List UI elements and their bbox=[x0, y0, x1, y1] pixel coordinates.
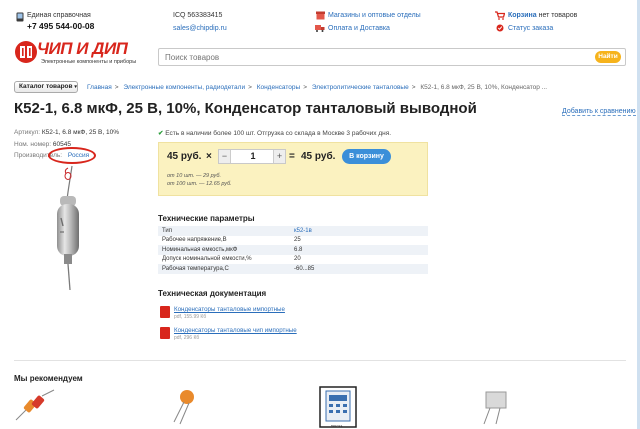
docs-title: Техническая документация bbox=[158, 289, 267, 298]
table-row: Номинальная емкость,мкФ 6.8 bbox=[158, 245, 428, 255]
spec-name: Номинальная емкость,мкФ bbox=[158, 245, 290, 255]
pdf-icon bbox=[160, 327, 170, 339]
increase-button[interactable]: + bbox=[273, 150, 285, 163]
spec-value[interactable]: к52-1в bbox=[290, 226, 428, 236]
total-price: 45 руб. bbox=[301, 151, 336, 162]
recommended-product-image[interactable] bbox=[14, 388, 56, 426]
search-input[interactable] bbox=[159, 49, 559, 65]
breadcrumb-item[interactable]: Электронные компоненты, радиодетали bbox=[123, 84, 245, 91]
times-sign: × bbox=[206, 151, 212, 162]
phone-icon bbox=[16, 12, 24, 22]
chipdip-logo-icon[interactable] bbox=[14, 40, 38, 64]
cart-status: нет товаров bbox=[538, 12, 578, 19]
chevron-down-icon: ▾ bbox=[74, 84, 77, 90]
divider bbox=[14, 360, 626, 361]
logo-subtitle: Электронные компоненты и приборы bbox=[41, 59, 137, 65]
specs-title: Технические параметры bbox=[158, 214, 255, 223]
shops-link[interactable]: Магазины и оптовые отделы bbox=[328, 12, 421, 19]
breadcrumb-item[interactable]: Конденсаторы bbox=[257, 84, 301, 91]
price-tier: от 10 шт. — 29 руб. bbox=[167, 173, 221, 179]
spec-name: Рабочая температура,С bbox=[158, 264, 290, 274]
search-button[interactable]: Найти bbox=[595, 51, 621, 63]
spec-value: 6.8 bbox=[290, 245, 428, 255]
spec-value: -60...85 bbox=[290, 264, 428, 274]
page-title: К52-1, 6.8 мкФ, 25 В, 10%, Конденсатор т… bbox=[14, 100, 477, 117]
equals-sign: = bbox=[289, 151, 295, 162]
quantity-stepper: − 1 + bbox=[218, 149, 286, 164]
order-status-icon bbox=[496, 24, 504, 32]
email-link[interactable]: sales@chipdip.ru bbox=[173, 25, 227, 32]
doc-size: pdf, 155.99 Кб bbox=[174, 314, 207, 320]
article-label: Артикул: bbox=[14, 129, 41, 136]
catalog-button[interactable]: Каталог товаров ▾ bbox=[14, 81, 78, 93]
table-row: Рабочее напряжение,В 25 bbox=[158, 236, 428, 246]
quantity-input[interactable]: 1 bbox=[233, 151, 273, 161]
phone-number: +7 495 544-00-08 bbox=[27, 21, 95, 31]
recommend-title: Мы рекомендуем bbox=[14, 374, 83, 383]
add-to-compare-link[interactable]: Добавить к сравнению bbox=[562, 108, 636, 116]
shop-icon bbox=[316, 11, 325, 20]
price-tier: от 100 шт. — 12.65 руб. bbox=[167, 181, 232, 187]
spec-name: Допуск номинальной емкости,% bbox=[162, 256, 252, 263]
table-row: Допуск номинальной емкости,% 20 bbox=[158, 255, 428, 265]
nom-number-label: Ном. номер: bbox=[14, 141, 52, 148]
catalog-button-label: Каталог товаров bbox=[19, 83, 73, 90]
unit-price: 45 руб. bbox=[167, 151, 202, 162]
product-image[interactable] bbox=[30, 160, 120, 300]
spec-value: 20 bbox=[294, 256, 301, 263]
stock-text: Есть в наличии более 100 шт. Отгрузка со… bbox=[165, 130, 392, 137]
search-bar: Найти bbox=[158, 48, 626, 66]
cart-icon bbox=[495, 11, 505, 20]
breadcrumb-item[interactable]: Электролитические танталовые bbox=[312, 84, 409, 91]
add-to-cart-button[interactable]: В корзину bbox=[342, 149, 391, 164]
doc-link[interactable]: Конденсаторы танталовые чип импортные bbox=[174, 327, 297, 334]
buy-box: 45 руб. × − 1 + = 45 руб. В корзину от 1… bbox=[158, 142, 428, 196]
breadcrumb-current: К52-1, 6.8 мкФ, 25 В, 10%, Конденсатор .… bbox=[420, 84, 548, 91]
cart-label: Корзина bbox=[508, 12, 537, 19]
article-value: К52-1, 6.8 мкФ, 25 В, 10% bbox=[41, 129, 119, 136]
check-icon: ✔ bbox=[158, 130, 164, 137]
info-label: Единая справочная bbox=[27, 12, 91, 19]
table-row: Тип к52-1в bbox=[158, 226, 428, 236]
cart-link[interactable]: Корзина нет товаров bbox=[508, 12, 577, 19]
spec-value: 25 bbox=[294, 237, 301, 244]
delivery-truck-icon bbox=[315, 25, 325, 32]
recommended-product-image[interactable] bbox=[170, 388, 200, 426]
article-row: Артикул: К52-1, 6.8 мкФ, 25 В, 10% bbox=[14, 129, 119, 136]
order-status-link[interactable]: Статус заказа bbox=[508, 25, 553, 32]
spec-name: Рабочее напряжение,В bbox=[162, 237, 227, 244]
specs-table: Тип к52-1в Рабочее напряжение,В 25 Номинал… bbox=[158, 226, 428, 274]
stock-info: ✔ Есть в наличии более 100 шт. Отгрузка … bbox=[158, 129, 391, 137]
decrease-button[interactable]: − bbox=[219, 150, 231, 163]
spec-name: Тип bbox=[158, 226, 290, 236]
icq-number: ICQ 563383415 bbox=[173, 12, 223, 19]
doc-link[interactable]: Конденсаторы танталовые импортные bbox=[174, 306, 285, 313]
breadcrumb: Главная > Электронные компоненты, радиоде… bbox=[87, 84, 548, 91]
device-label: ВРЕЗКА bbox=[331, 424, 343, 428]
delivery-link[interactable]: Оплата и Доставка bbox=[328, 25, 390, 32]
recommended-product-image[interactable] bbox=[319, 386, 357, 428]
recommended-product-image[interactable] bbox=[478, 388, 510, 426]
doc-size: pdf, 296 Кб bbox=[174, 335, 200, 341]
breadcrumb-item[interactable]: Главная bbox=[87, 84, 112, 91]
table-row: Рабочая температура,С -60...85 bbox=[158, 264, 428, 274]
logo-text[interactable]: ЧИП И ДИП bbox=[37, 39, 128, 59]
pdf-icon bbox=[160, 306, 170, 318]
